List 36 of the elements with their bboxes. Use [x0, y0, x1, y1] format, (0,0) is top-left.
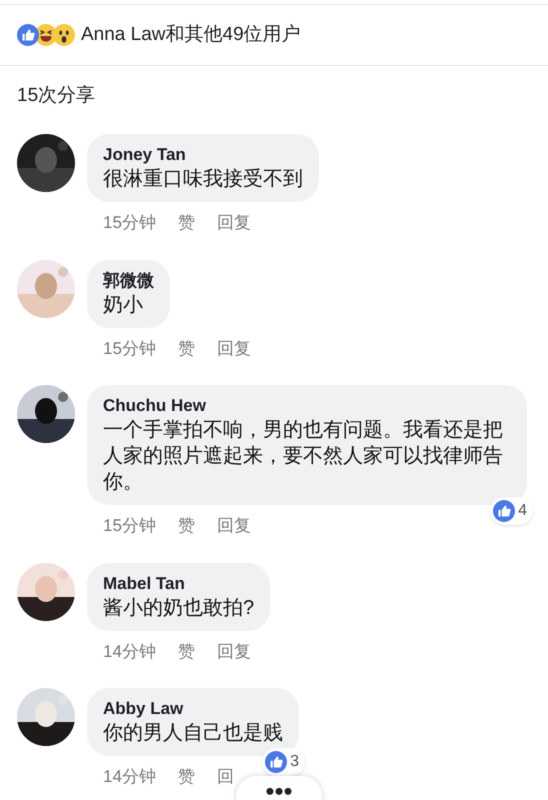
- comment-author[interactable]: Joney Tan: [103, 144, 303, 166]
- reply-link[interactable]: 回复: [216, 210, 251, 236]
- surprised-emoji-icon: [53, 24, 75, 46]
- shares-count[interactable]: 15次分享: [17, 82, 96, 110]
- reactions-summary[interactable]: Anna Law和其他49位用户: [81, 20, 301, 50]
- reply-link[interactable]: 回复: [216, 513, 251, 538]
- like-link[interactable]: 赞: [178, 336, 195, 361]
- comment-time: 15分钟: [103, 212, 156, 234]
- comment-author[interactable]: Abby Law: [103, 698, 283, 720]
- comment-text: 一个手掌拍不响，男的也有问题。我看还是把人家的照片遮起来，要不然人家可以找律师告你。: [103, 418, 504, 495]
- comment-text: 奶小: [103, 292, 144, 318]
- comment-time: 15分钟: [103, 515, 156, 537]
- like-link[interactable]: 赞: [178, 210, 195, 236]
- reaction-count-badge[interactable]: 3: [262, 748, 305, 776]
- comment-text: 很淋重口味我接受不到: [103, 167, 303, 192]
- like-icon: [493, 500, 516, 522]
- reaction-count: 4: [518, 501, 528, 521]
- comment-time: 15分钟: [103, 338, 156, 360]
- comment-text: 酱小的奶也敢拍?: [103, 596, 254, 620]
- comment-author[interactable]: Mabel Tan: [103, 572, 254, 594]
- reaction-count-badge[interactable]: 4: [490, 497, 533, 525]
- like-link[interactable]: 赞: [178, 638, 195, 664]
- comment-text: 你的男人自己也是贱: [103, 721, 283, 746]
- comment-author[interactable]: 郭微微: [103, 270, 154, 292]
- like-link[interactable]: 赞: [178, 764, 195, 790]
- like-icon: [265, 751, 288, 773]
- comment-author[interactable]: Chuchu Hew: [103, 395, 511, 417]
- comment-time: 14分钟: [103, 766, 156, 788]
- comment-time: 14分钟: [103, 640, 156, 662]
- like-link[interactable]: 赞: [178, 513, 195, 538]
- like-icon: [17, 24, 39, 46]
- reply-link[interactable]: 回复: [216, 336, 251, 361]
- reply-link[interactable]: 回复: [216, 638, 251, 664]
- more-button[interactable]: •••: [236, 776, 322, 800]
- reply-link[interactable]: 回: [216, 764, 234, 790]
- reaction-count: 3: [290, 752, 300, 772]
